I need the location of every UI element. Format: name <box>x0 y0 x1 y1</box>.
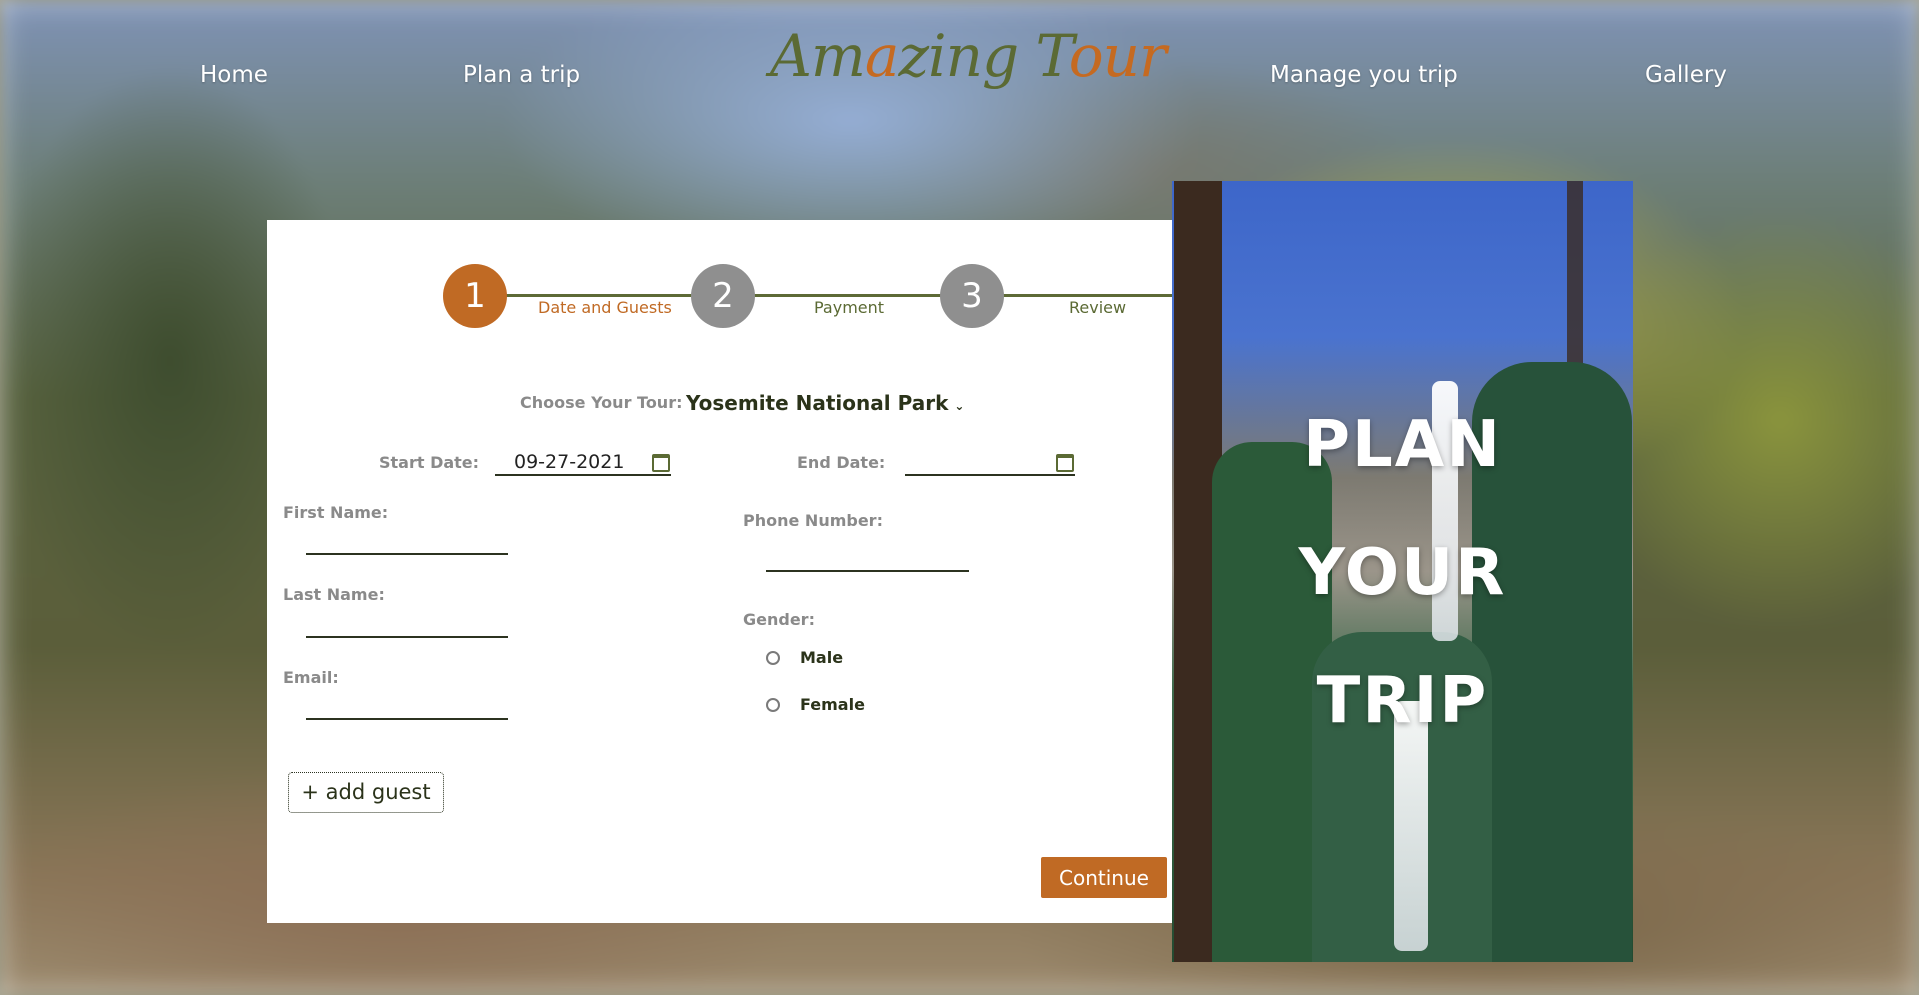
chevron-down-icon: ⌄ <box>954 399 965 413</box>
phone-field[interactable] <box>766 570 969 572</box>
nav-manage-trip[interactable]: Manage you trip <box>1270 62 1458 88</box>
continue-button[interactable]: Continue <box>1041 857 1167 898</box>
hero-title-line3: TRIP <box>1316 664 1489 738</box>
gender-label: Gender: <box>743 610 815 629</box>
gender-male-label[interactable]: Male <box>800 648 843 667</box>
last-name-field[interactable] <box>306 636 508 638</box>
tour-select[interactable]: Yosemite National Park ⌄ <box>686 391 964 415</box>
brand-logo[interactable]: Amazing Tour <box>770 22 1167 90</box>
email-field[interactable] <box>306 718 508 720</box>
step-1-label: Date and Guests <box>538 298 672 317</box>
start-date-label: Start Date: <box>379 453 480 472</box>
logo-text-1: Am <box>770 22 866 90</box>
gender-male-radio[interactable] <box>766 651 780 665</box>
calendar-icon[interactable] <box>652 454 670 472</box>
hero-title-line2: YOUR <box>1298 536 1507 610</box>
step-2-circle[interactable]: 2 <box>691 264 755 328</box>
choose-tour-label: Choose Your Tour: <box>520 393 683 412</box>
end-date-label: End Date: <box>797 453 886 472</box>
nav-home[interactable]: Home <box>200 62 268 88</box>
end-date-underline <box>905 474 1075 476</box>
start-date-input[interactable]: 09-27-2021 <box>514 451 624 473</box>
nav-plan-trip[interactable]: Plan a trip <box>463 62 580 88</box>
stepper-line <box>505 294 1188 297</box>
calendar-icon[interactable] <box>1056 454 1074 472</box>
step-3-label: Review <box>1069 298 1127 317</box>
logo-text-accent-1: a <box>864 22 900 90</box>
gender-female-label[interactable]: Female <box>800 695 865 714</box>
logo-text-accent-2: our <box>1068 22 1167 90</box>
first-name-field[interactable] <box>306 553 508 555</box>
add-guest-button[interactable]: + add guest <box>288 772 444 813</box>
last-name-label: Last Name: <box>283 585 385 604</box>
step-1-circle[interactable]: 1 <box>443 264 507 328</box>
step-2-label: Payment <box>814 298 885 317</box>
start-date-underline <box>495 474 671 476</box>
tour-select-value: Yosemite National Park <box>686 391 949 415</box>
step-3-circle[interactable]: 3 <box>940 264 1004 328</box>
phone-label: Phone Number: <box>743 511 883 530</box>
nav-gallery[interactable]: Gallery <box>1645 62 1727 88</box>
first-name-label: First Name: <box>283 503 389 522</box>
hero-title-line1: PLAN <box>1303 408 1502 482</box>
waterfall-shape <box>1394 701 1428 951</box>
gender-female-radio[interactable] <box>766 698 780 712</box>
logo-text-2: zing T <box>898 22 1069 90</box>
email-label: Email: <box>283 668 339 687</box>
